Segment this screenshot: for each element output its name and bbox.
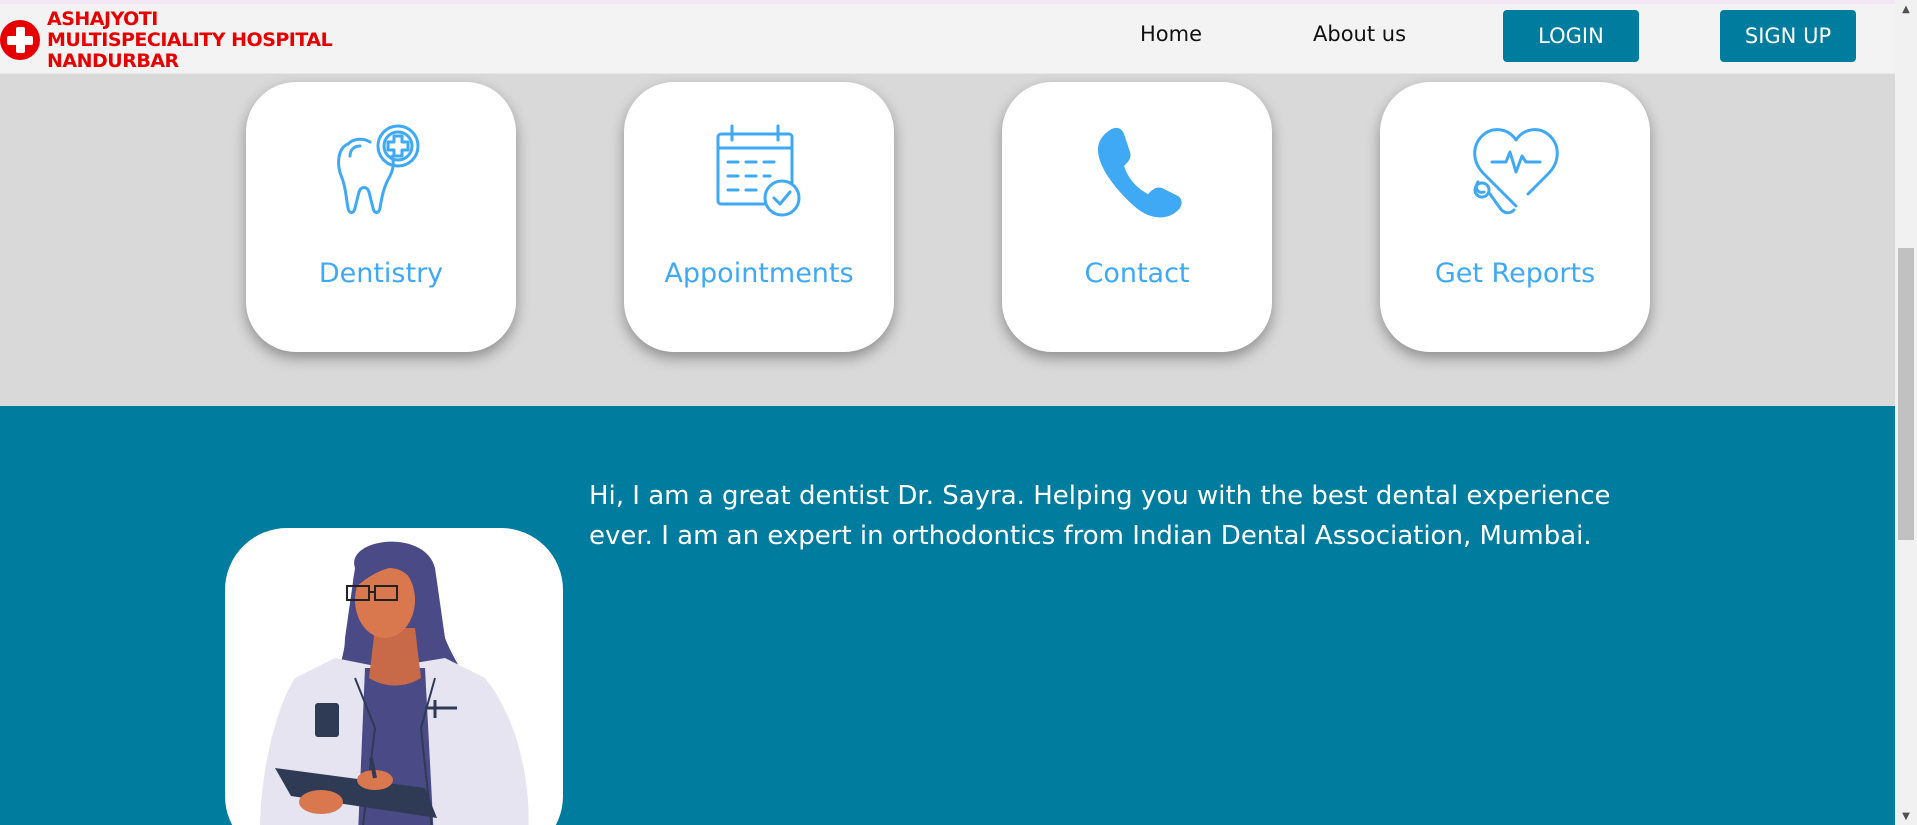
tooth-icon [337,124,420,214]
phone-icon [1098,127,1182,218]
service-label: Appointments [664,258,854,289]
signup-button[interactable]: SIGN UP [1720,10,1856,62]
vertical-scrollbar[interactable]: ▲ ▼ [1895,0,1917,825]
nav-home-link[interactable]: Home [1140,0,1202,69]
services-section: Dentistry Appointments Contact Get Repor… [0,74,1895,406]
brand-name: ASHAJYOTI MULTISPECIALITY HOSPITAL NANDU… [47,7,333,72]
login-button[interactable]: LOGIN [1503,10,1639,62]
service-card-get-reports[interactable]: Get Reports [1380,82,1650,352]
heart-stethoscope-icon [1473,128,1559,215]
calendar-icon [716,124,801,217]
scroll-down-arrow-icon[interactable]: ▼ [1895,807,1917,825]
service-label: Contact [1084,258,1190,289]
scrollbar-thumb[interactable] [1898,248,1914,540]
doctor-illustration [260,541,529,825]
service-card-appointments[interactable]: Appointments [624,82,894,352]
red-cross-icon [0,20,40,60]
about-section: Hi, I am a great dentist Dr. Sayra. Help… [0,406,1895,825]
brand[interactable]: ASHAJYOTI MULTISPECIALITY HOSPITAL NANDU… [0,8,337,71]
service-label: Get Reports [1434,258,1596,289]
service-card-dentistry[interactable]: Dentistry [246,82,516,352]
scroll-up-arrow-icon[interactable]: ▲ [1895,0,1917,18]
nav-about-link[interactable]: About us [1313,0,1406,69]
service-label: Dentistry [318,258,444,289]
about-text: Hi, I am a great dentist Dr. Sayra. Help… [589,481,1611,551]
doctor-image-card [225,528,563,825]
service-card-contact[interactable]: Contact [1002,82,1272,352]
